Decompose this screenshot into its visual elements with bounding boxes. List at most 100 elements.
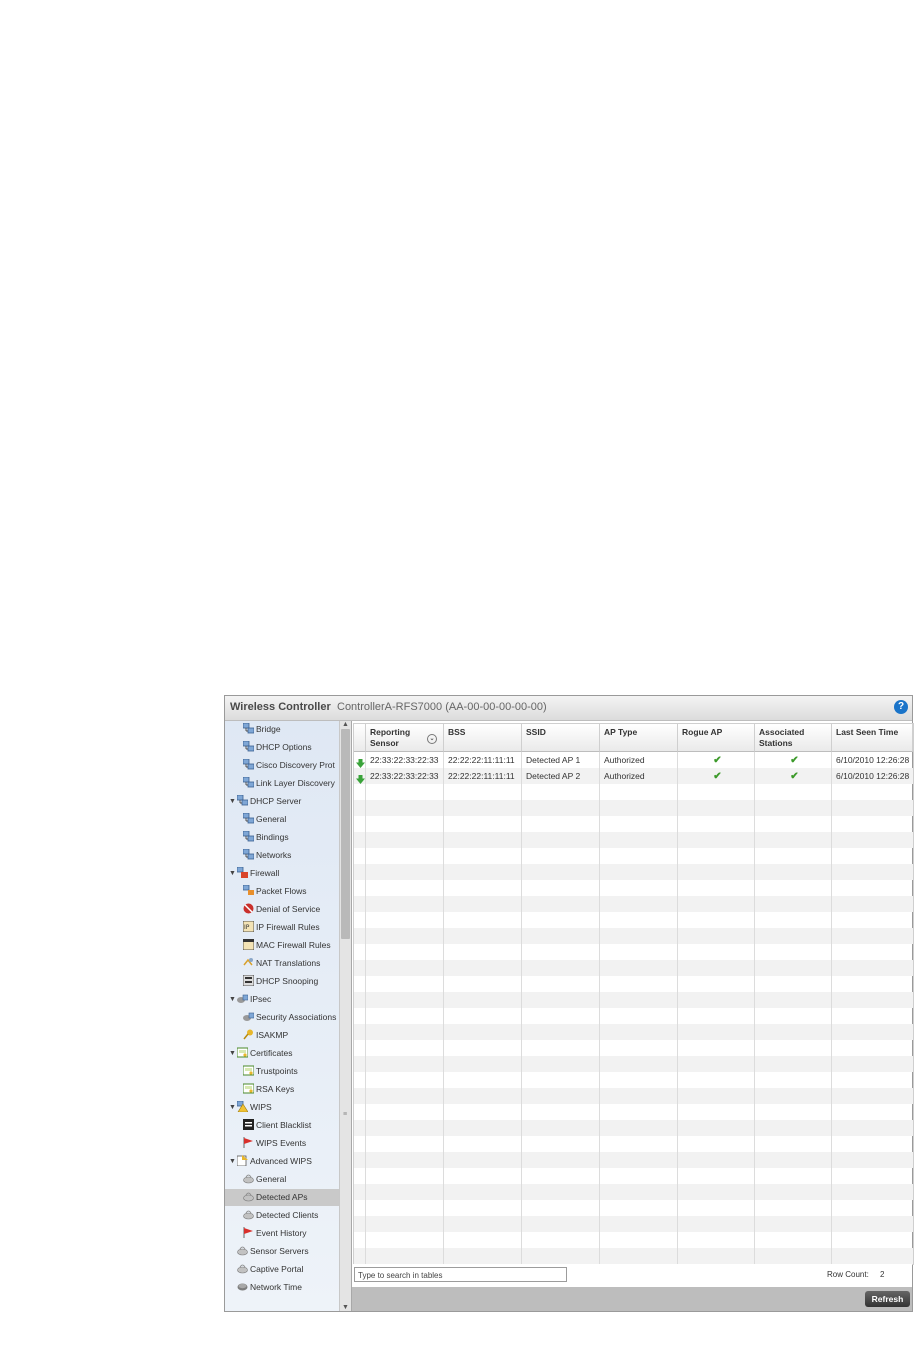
expand-arrow-icon[interactable]: ▼	[229, 1045, 237, 1062]
empty-row	[354, 1232, 913, 1248]
key-icon	[243, 1029, 254, 1040]
column-header-reporting-sensor[interactable]: Reporting Sensor ⌄	[366, 724, 444, 752]
scroll-up-icon[interactable]: ▲	[342, 721, 349, 728]
scroll-grip-icon: ≡	[343, 1111, 348, 1118]
sidebar-item-mac-firewall-rules[interactable]: MAC Firewall Rules	[225, 937, 339, 954]
sidebar-item-nat-translations[interactable]: NAT Translations	[225, 955, 339, 972]
device-title: ControllerA-RFS7000 (AA-00-00-00-00-00)	[337, 701, 547, 713]
sidebar-item-dhcp-server[interactable]: ▼ DHCP Server	[225, 793, 339, 810]
table-row[interactable]: 22:33:22:33:22:33 22:22:22:11:11:11 Detect…	[354, 768, 913, 784]
tree-scrollbar[interactable]: ▲ ≡ ▼	[339, 721, 351, 1311]
sensor-icon	[237, 1263, 248, 1274]
refresh-button[interactable]: Refresh	[865, 1291, 910, 1307]
sidebar-item-sensor-servers[interactable]: Sensor Servers	[225, 1243, 339, 1260]
sidebar-item-link-layer-discovery[interactable]: Link Layer Discovery	[225, 775, 339, 792]
column-header-associated-stations[interactable]: Associated Stations	[755, 724, 832, 752]
sidebar-item-denial-of-service[interactable]: Denial of Service	[225, 901, 339, 918]
sidebar-item-trustpoints[interactable]: Trustpoints	[225, 1063, 339, 1080]
expand-arrow-icon[interactable]: ▼	[229, 1153, 237, 1170]
empty-row	[354, 784, 913, 800]
sidebar-item-dhcp-options[interactable]: DHCP Options	[225, 739, 339, 756]
sidebar-item-label: Certificates	[250, 1048, 293, 1058]
column-header-ssid[interactable]: SSID	[522, 724, 600, 752]
sidebar-item-label: Cisco Discovery Prot	[256, 760, 335, 770]
empty-row	[354, 848, 913, 864]
sidebar-item-security-associations[interactable]: Security Associations	[225, 1009, 339, 1026]
network-icon	[242, 758, 255, 770]
sidebar-item-isakmp[interactable]: ISAKMP	[225, 1027, 339, 1044]
flag-icon	[243, 1227, 254, 1239]
scroll-thumb[interactable]	[341, 729, 350, 939]
sidebar-item-certificates[interactable]: ▼ Certificates	[225, 1045, 339, 1062]
sort-icon[interactable]: ⌄	[427, 734, 437, 744]
ipsec-icon	[243, 1011, 255, 1022]
column-divider	[754, 752, 755, 1264]
expand-arrow-icon[interactable]: ▼	[229, 1099, 237, 1116]
sidebar-item-bridge[interactable]: Bridge	[225, 721, 339, 738]
sidebar-item-cisco-discovery-prot[interactable]: Cisco Discovery Prot	[225, 757, 339, 774]
expand-arrow-icon[interactable]: ▼	[229, 793, 237, 810]
table-footer: Type to search in tables Row Count: 2	[352, 1264, 912, 1286]
cell-rogue-ap: ✔	[682, 752, 753, 768]
empty-row	[354, 992, 913, 1008]
sidebar-item-firewall[interactable]: ▼ Firewall	[225, 865, 339, 882]
checkmark-icon: ✔	[790, 755, 799, 766]
empty-row	[354, 1088, 913, 1104]
ip-rules-icon: IP	[242, 920, 255, 933]
sidebar-item-label: Trustpoints	[256, 1066, 298, 1076]
help-icon[interactable]: ?	[894, 700, 908, 714]
sidebar-item-network-time[interactable]: Network Time	[225, 1279, 339, 1296]
network-icon	[242, 776, 255, 788]
sidebar-item-detected-clients[interactable]: Detected Clients	[225, 1207, 339, 1224]
sidebar-item-dhcp-snooping[interactable]: DHCP Snooping	[225, 973, 339, 990]
sidebar-item-ip-firewall-rules[interactable]: IP IP Firewall Rules	[225, 919, 339, 936]
row-count-label: Row Count:	[827, 1270, 869, 1279]
network-icon	[242, 848, 255, 860]
cell-bss: 22:22:22:11:11:11	[448, 771, 515, 781]
sidebar-item-general[interactable]: General	[225, 811, 339, 828]
empty-row	[354, 944, 913, 960]
sidebar-item-advanced-wips[interactable]: ▼ Advanced WIPS	[225, 1153, 339, 1170]
column-header-last-seen-time[interactable]: Last Seen Time	[832, 724, 913, 752]
sidebar-item-networks[interactable]: Networks	[225, 847, 339, 864]
sidebar-item-label: IPsec	[250, 994, 272, 1004]
column-divider	[443, 752, 444, 1264]
sidebar-item-packet-flows[interactable]: Packet Flows	[225, 883, 339, 900]
empty-row	[354, 1040, 913, 1056]
column-header-bss[interactable]: BSS	[444, 724, 522, 752]
table-search-input[interactable]: Type to search in tables	[354, 1267, 567, 1282]
sidebar-item-event-history[interactable]: Event History	[225, 1225, 339, 1242]
scroll-down-icon[interactable]: ▼	[342, 1304, 349, 1311]
detected-aps-table: 22:33:22:33:22:33 22:22:22:11:11:11 Detect…	[353, 723, 914, 1265]
table-row[interactable]: 22:33:22:33:22:33 22:22:22:11:11:11 Detect…	[354, 752, 913, 768]
empty-row	[354, 1120, 913, 1136]
blacklist-icon	[243, 1119, 254, 1131]
empty-row	[354, 1184, 913, 1200]
sidebar-item-client-blacklist[interactable]: Client Blacklist	[225, 1117, 339, 1134]
sidebar-item-label: Sensor Servers	[250, 1246, 309, 1256]
column-header-ap-type[interactable]: AP Type	[600, 724, 678, 752]
advanced-wips-icon	[236, 1155, 248, 1167]
svg-text:IP: IP	[244, 924, 250, 931]
sensor-icon	[243, 1191, 254, 1202]
cell-reporting-sensor: 22:33:22:33:22:33	[370, 755, 439, 765]
sidebar-item-bindings[interactable]: Bindings	[225, 829, 339, 846]
empty-row	[354, 912, 913, 928]
sidebar-item-label: Packet Flows	[256, 886, 307, 896]
expand-arrow-icon[interactable]: ▼	[229, 991, 237, 1008]
sidebar-item-label: NAT Translations	[256, 958, 321, 968]
column-header-rogue-ap[interactable]: Rogue AP	[678, 724, 755, 752]
sidebar-item-general[interactable]: General	[225, 1171, 339, 1188]
sidebar-item-rsa-keys[interactable]: RSA Keys	[225, 1081, 339, 1098]
mac-rules-icon	[242, 938, 255, 951]
sidebar-item-captive-portal[interactable]: Captive Portal	[225, 1261, 339, 1278]
expand-arrow-icon[interactable]: ▼	[229, 865, 237, 882]
sidebar-item-detected-aps[interactable]: Detected APs	[225, 1189, 339, 1206]
button-bar: Refresh	[352, 1287, 912, 1311]
network-icon	[242, 740, 255, 752]
sidebar-item-wips-events[interactable]: WIPS Events	[225, 1135, 339, 1152]
sidebar-item-ipsec[interactable]: ▼ IPsec	[225, 991, 339, 1008]
empty-row	[354, 928, 913, 944]
sidebar-item-wips[interactable]: ▼ WIPS	[225, 1099, 339, 1116]
column-header-label: Last Seen Time	[836, 727, 899, 737]
